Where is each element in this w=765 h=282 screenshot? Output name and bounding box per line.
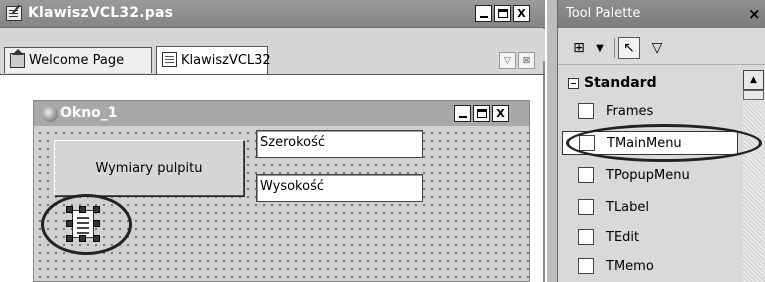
- close-tab-button[interactable]: ⊠: [518, 52, 535, 69]
- editor-title: KlawiszVCL32.pas: [28, 5, 174, 21]
- highlight-ellipse: [566, 124, 762, 162]
- popupmenu-icon: [578, 167, 594, 183]
- close-button[interactable]: X: [513, 5, 530, 22]
- width-edit-field[interactable]: Szerokość: [256, 130, 423, 158]
- palette-item-tlabel[interactable]: TLabel: [578, 195, 738, 219]
- form-maximize-button[interactable]: [473, 105, 490, 122]
- form-close-button[interactable]: X: [492, 105, 509, 122]
- item-label: TLabel: [606, 199, 650, 215]
- wymiary-pulpitu-button[interactable]: Wymiary pulpitu: [54, 140, 244, 196]
- form-minimize-button[interactable]: [454, 105, 471, 122]
- toolbar-separator: [614, 38, 615, 58]
- form-title: Okno_1: [60, 105, 118, 121]
- item-label: TPopupMenu: [606, 167, 690, 183]
- palette-item-tpopupmenu[interactable]: TPopupMenu: [578, 163, 738, 187]
- scroll-up-button[interactable]: ▲: [743, 70, 764, 90]
- tab-klawiszvcl32[interactable]: KlawiszVCL32: [156, 46, 271, 74]
- palette-item-frames[interactable]: Frames: [578, 99, 738, 123]
- pointer-icon[interactable]: ↖: [618, 37, 640, 59]
- tab-label: KlawiszVCL32: [181, 53, 271, 68]
- tab-strip: Welcome Page KlawiszVCL32 ▽ ⊠: [0, 29, 545, 75]
- item-label: Frames: [606, 103, 654, 119]
- unit-file-icon: [162, 52, 177, 67]
- item-label: TMemo: [606, 258, 654, 274]
- maximize-button[interactable]: [494, 5, 511, 22]
- collapse-icon: [568, 77, 579, 89]
- editor-title-bar: KlawiszVCL32.pas X: [0, 0, 545, 28]
- unit-file-icon: [6, 6, 22, 21]
- palette-scrollbar[interactable]: [743, 70, 765, 282]
- frames-icon: [578, 103, 594, 119]
- palette-title-bar: Tool Palette ×: [558, 0, 765, 28]
- splitter[interactable]: [547, 0, 557, 282]
- minimize-button[interactable]: [475, 5, 492, 22]
- category-standard[interactable]: Standard: [562, 72, 742, 94]
- highlight-ellipse: [41, 194, 132, 255]
- memo-icon: [578, 258, 594, 274]
- chevron-down-icon[interactable]: ▼: [592, 37, 608, 59]
- tab-welcome-page[interactable]: Welcome Page: [4, 47, 152, 73]
- tab-list-dropdown[interactable]: ▽: [499, 52, 516, 69]
- form-title-bar: Okno_1 X: [34, 101, 529, 126]
- category-label: Standard: [584, 75, 657, 91]
- height-edit-field[interactable]: Wysokość: [256, 174, 423, 202]
- palette-item-tedit[interactable]: TEdit: [578, 225, 738, 249]
- palette-close-button[interactable]: ×: [748, 5, 761, 23]
- palette-title: Tool Palette: [566, 6, 641, 21]
- edit-icon: [578, 229, 594, 245]
- item-label: TEdit: [606, 229, 640, 245]
- home-icon: [10, 49, 25, 68]
- tab-label: Welcome Page: [29, 53, 125, 68]
- scroll-thumb[interactable]: [743, 90, 764, 100]
- label-icon: [578, 199, 594, 215]
- categories-icon[interactable]: ⊞: [568, 37, 590, 59]
- palette-toolbar: ⊞ ▼ ↖ ▽: [558, 29, 765, 65]
- filter-icon[interactable]: ▽: [646, 37, 668, 59]
- palette-item-tmemo[interactable]: TMemo: [578, 254, 738, 278]
- form-icon: [42, 106, 58, 122]
